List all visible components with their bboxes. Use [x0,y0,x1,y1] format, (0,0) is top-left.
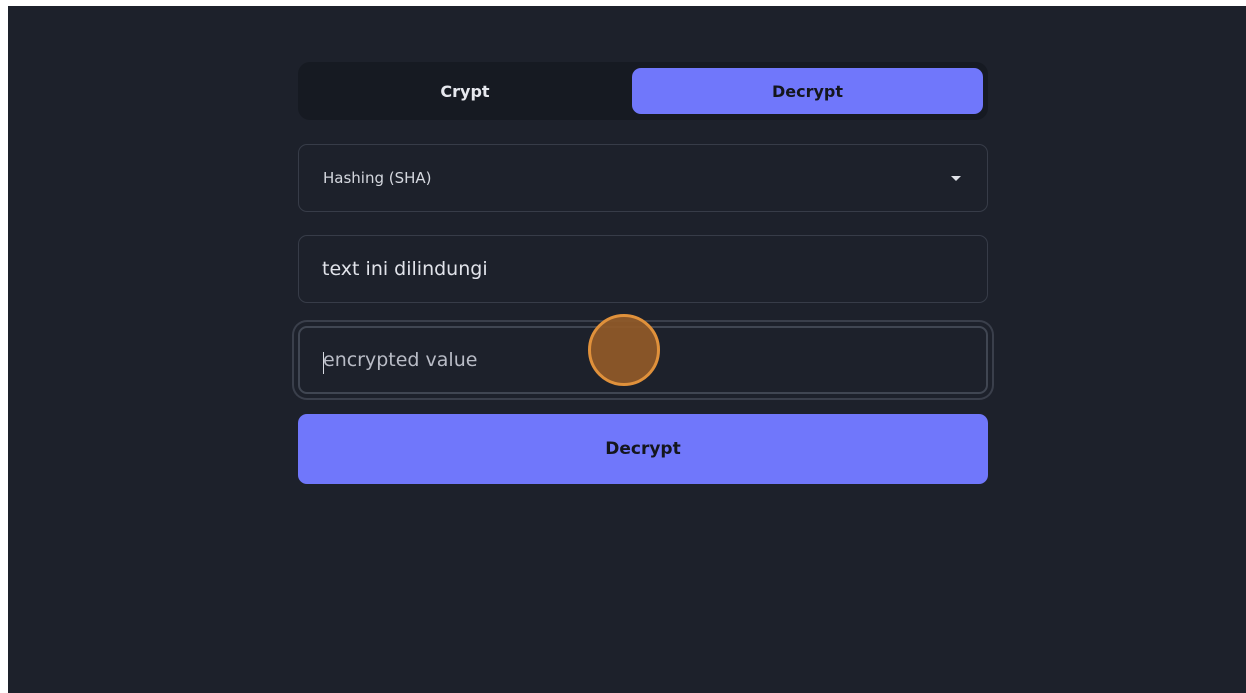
mode-tabs: Crypt Decrypt [298,62,988,120]
decrypt-button[interactable]: Decrypt [298,414,988,484]
tab-crypt[interactable]: Crypt [302,68,628,114]
algorithm-select[interactable]: Hashing (SHA) [298,144,988,212]
chevron-down-icon [951,176,961,181]
plain-text-input[interactable] [299,236,987,302]
plain-text-field [298,235,988,303]
app-viewport: Crypt Decrypt Hashing (SHA) Decrypt [8,6,1246,693]
click-indicator [588,314,660,386]
tab-decrypt[interactable]: Decrypt [632,68,983,114]
text-cursor [323,352,324,374]
algorithm-select-value: Hashing (SHA) [323,169,432,187]
crypto-form: Crypt Decrypt Hashing (SHA) Decrypt [298,62,988,484]
